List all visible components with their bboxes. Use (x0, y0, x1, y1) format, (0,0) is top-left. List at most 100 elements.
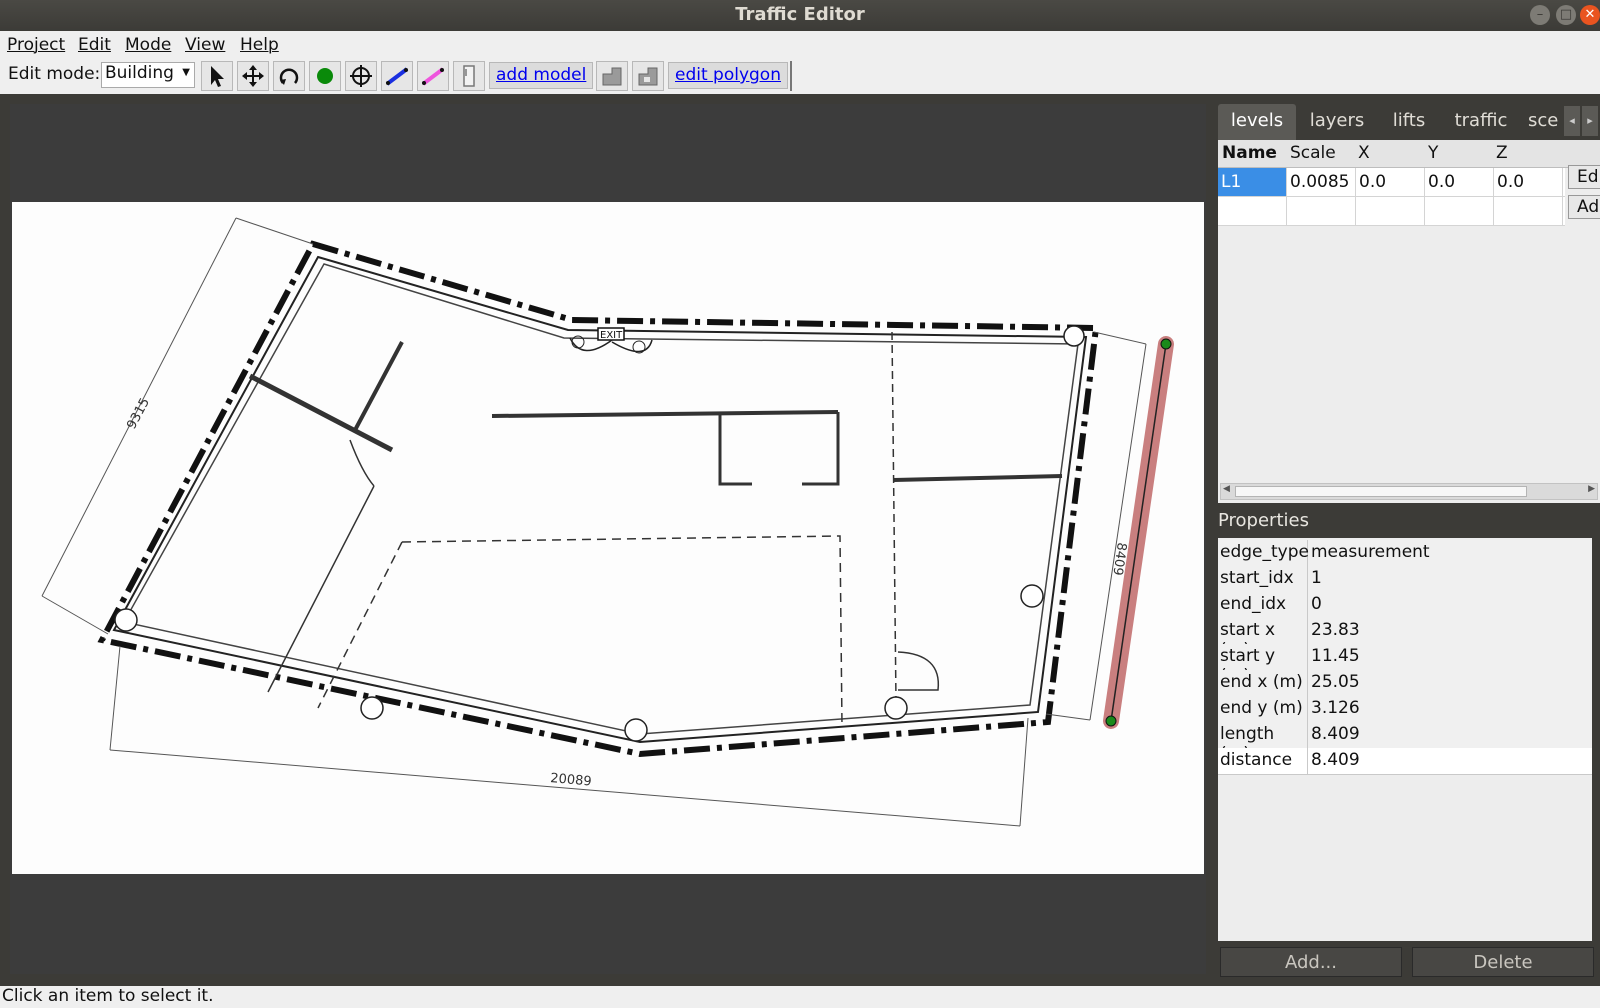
property-row: end x (m) 25.05 (1218, 670, 1592, 697)
property-row: start x (m) 23.83 (1218, 618, 1592, 660)
column-x: X (1358, 143, 1370, 163)
tab-layers[interactable]: layers (1298, 104, 1376, 140)
levels-table: Name Scale X Y Z L1 0.0085 0.0 0.0 0.0 E… (1218, 140, 1600, 503)
property-value: 1 (1311, 568, 1322, 588)
scroll-left-icon[interactable]: ◀ (1223, 484, 1230, 494)
menu-mode[interactable]: Mode (125, 35, 171, 55)
distance-value-field[interactable]: 8.409 (1311, 750, 1360, 770)
add-hole-icon (638, 67, 658, 86)
add-wall-button[interactable] (381, 61, 413, 91)
menu-project[interactable]: Project (7, 35, 65, 55)
column-y: Y (1428, 143, 1439, 163)
level-y-cell[interactable]: 0.0 (1425, 168, 1494, 196)
maximize-icon[interactable]: □ (1556, 5, 1576, 25)
property-value: 25.05 (1311, 672, 1360, 692)
delete-button[interactable]: Delete (1412, 947, 1594, 977)
level-scale-cell[interactable]: 0.0085 (1287, 168, 1356, 196)
edit-mode-value: Building (105, 63, 174, 83)
level-x-cell[interactable]: 0.0 (1356, 168, 1425, 196)
move-tool-button[interactable] (237, 61, 269, 91)
menu-help[interactable]: Help (240, 35, 279, 55)
add-measurement-button[interactable] (417, 61, 449, 91)
property-row: end y (m) 3.126 (1218, 696, 1592, 723)
add-model-button[interactable]: add model (489, 62, 594, 89)
menu-edit[interactable]: Edit (78, 35, 111, 55)
edit-mode-select[interactable]: Building ▼ (101, 62, 195, 88)
column-scale: Scale (1290, 143, 1336, 163)
property-value: 23.83 (1311, 620, 1360, 640)
property-row: length (m) 8.409 (1218, 722, 1592, 764)
column-z: Z (1496, 143, 1508, 163)
menu-bar: Project Edit Mode View Help (0, 31, 1600, 58)
add-fiducial-button[interactable] (345, 61, 377, 91)
levels-table-header: Name Scale X Y Z (1218, 140, 1600, 168)
window-title: Traffic Editor (735, 4, 865, 25)
property-row-editable[interactable]: distance 8.409 (1218, 748, 1592, 775)
column-name: Name (1222, 143, 1277, 163)
title-bar: Traffic Editor – □ ✕ (0, 0, 1600, 31)
edit-level-button[interactable]: Ed (1568, 165, 1600, 189)
rotate-tool-button[interactable] (273, 61, 305, 91)
status-message: Click an item to select it. (2, 986, 214, 1006)
tab-scroll-left-icon[interactable]: ◂ (1564, 106, 1580, 136)
tab-lifts[interactable]: lifts (1378, 104, 1440, 140)
measurement-overlay (1103, 336, 1174, 729)
property-value: measurement (1311, 542, 1430, 562)
add-button[interactable]: Add... (1220, 947, 1402, 977)
add-hole-button[interactable] (632, 61, 664, 91)
tab-scroll-right-icon[interactable]: ▸ (1582, 106, 1598, 136)
minimize-icon[interactable]: – (1530, 5, 1550, 25)
tab-levels[interactable]: levels (1218, 104, 1296, 140)
measurement-start-vertex[interactable] (1160, 338, 1172, 350)
property-key: end_idx (1218, 592, 1308, 618)
property-key: start_idx (1218, 566, 1308, 592)
property-row: start_idx 1 (1218, 566, 1592, 593)
status-bar: Click an item to select it. (0, 986, 1600, 1008)
add-wall-icon (385, 67, 409, 86)
table-row[interactable]: L1 0.0085 0.0 0.0 0.0 (1218, 168, 1565, 197)
properties-title: Properties (1218, 510, 1309, 531)
add-vertex-icon (317, 68, 333, 84)
level-z-cell[interactable]: 0.0 (1494, 168, 1563, 196)
add-level-button[interactable]: Ad (1568, 195, 1600, 219)
add-floor-button[interactable] (596, 61, 628, 91)
levels-horizontal-scrollbar[interactable]: ◀ ▶ (1220, 483, 1598, 500)
property-key: edge_type (1218, 540, 1309, 566)
scrollbar-thumb[interactable] (1235, 486, 1527, 497)
properties-table: edge_type measurement start_idx 1 end_id… (1218, 538, 1592, 941)
property-row: edge_type measurement (1218, 540, 1592, 567)
tab-scenarios[interactable]: sce (1522, 104, 1566, 140)
edit-polygon-button[interactable]: edit polygon (668, 62, 788, 89)
property-key: start x (m) (1218, 618, 1308, 660)
select-tool-button[interactable] (201, 61, 233, 91)
property-row: start y (m) 11.45 (1218, 644, 1592, 686)
tab-traffic[interactable]: traffic (1442, 104, 1520, 140)
scroll-right-icon[interactable]: ▶ (1588, 484, 1595, 494)
measurement-end-vertex[interactable] (1105, 715, 1117, 727)
add-door-button[interactable] (453, 61, 485, 91)
map-canvas[interactable]: EXIT 9315 20089 8409 (10, 104, 1206, 974)
add-measurement-icon (421, 67, 445, 86)
property-key: length (m) (1218, 722, 1308, 764)
table-row[interactable] (1218, 197, 1565, 226)
level-name-cell[interactable]: L1 (1218, 168, 1287, 196)
add-fiducial-icon (350, 65, 372, 87)
rotate-icon (279, 68, 299, 85)
property-value: 8.409 (1311, 724, 1360, 744)
property-value: 11.45 (1311, 646, 1360, 666)
property-key: distance (1218, 748, 1308, 774)
menu-view[interactable]: View (185, 35, 225, 55)
chevron-down-icon: ▼ (182, 67, 190, 78)
right-tabs: levels layers lifts traffic sce ◂ ▸ (1218, 104, 1600, 140)
edit-mode-label: Edit mode: (8, 64, 101, 84)
add-door-icon (463, 65, 475, 87)
close-icon[interactable]: ✕ (1580, 5, 1600, 25)
property-key: end x (m) (1218, 670, 1308, 696)
property-key: end y (m) (1218, 696, 1308, 722)
add-floor-icon (602, 67, 622, 86)
property-value: 3.126 (1311, 698, 1360, 718)
toolbar-separator (790, 61, 792, 91)
add-vertex-button[interactable] (309, 61, 341, 91)
select-arrow-icon (211, 66, 224, 87)
property-key: start y (m) (1218, 644, 1308, 686)
